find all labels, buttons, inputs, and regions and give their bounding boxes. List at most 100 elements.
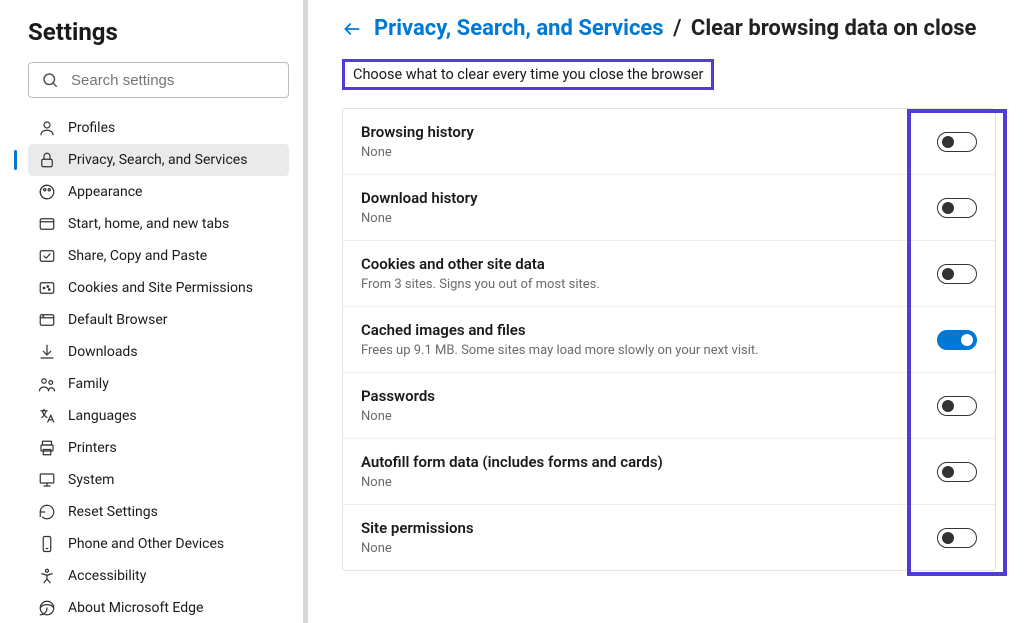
browser-icon — [38, 311, 56, 329]
option-title: Autofill form data (includes forms and c… — [361, 453, 663, 471]
option-desc: From 3 sites. Signs you out of most site… — [361, 277, 600, 292]
toggle-knob — [942, 466, 954, 478]
search-box[interactable] — [28, 62, 289, 98]
sidebar-item[interactable]: Start, home, and new tabs — [28, 208, 289, 240]
sidebar-item-label: Phone and Other Devices — [68, 536, 224, 552]
option-text: Passwords None — [361, 387, 435, 424]
settings-title: Settings — [28, 18, 289, 46]
sidebar-item-label: Start, home, and new tabs — [68, 216, 229, 232]
toggle-knob — [942, 532, 954, 544]
toggle-knob — [961, 334, 973, 346]
toggle-knob — [942, 400, 954, 412]
family-icon — [38, 375, 56, 393]
option-row: Passwords None — [343, 373, 995, 439]
option-title: Browsing history — [361, 123, 474, 141]
profile-icon — [38, 119, 56, 137]
printer-icon — [38, 439, 56, 457]
accessibility-icon — [38, 567, 56, 585]
sidebar-item-label: Profiles — [68, 120, 115, 136]
sidebar-item[interactable]: About Microsoft Edge — [28, 592, 289, 623]
sidebar-item-label: Default Browser — [68, 312, 168, 328]
phone-icon — [38, 535, 56, 553]
option-row: Browsing history None — [343, 109, 995, 175]
sidebar-item-label: Privacy, Search, and Services — [68, 152, 247, 168]
sidebar-item-label: Printers — [68, 440, 117, 456]
sidebar-item[interactable]: Profiles — [28, 112, 289, 144]
option-title: Site permissions — [361, 519, 474, 537]
sidebar-item[interactable]: Share, Copy and Paste — [28, 240, 289, 272]
option-text: Cached images and files Frees up 9.1 MB. … — [361, 321, 759, 358]
option-desc: None — [361, 541, 474, 556]
sidebar: Settings Profiles Privacy, Search, and Se… — [0, 0, 308, 623]
sidebar-item[interactable]: Appearance — [28, 176, 289, 208]
sidebar-item-label: Reset Settings — [68, 504, 158, 520]
option-text: Site permissions None — [361, 519, 474, 556]
search-icon — [41, 71, 59, 89]
option-row: Cached images and files Frees up 9.1 MB. … — [343, 307, 995, 373]
option-title: Cached images and files — [361, 321, 759, 339]
option-toggle[interactable] — [937, 132, 977, 152]
option-text: Download historyNone — [361, 189, 478, 226]
reset-icon — [38, 503, 56, 521]
option-text: Cookies and other site data From 3 sites.… — [361, 255, 600, 292]
sidebar-item-label: System — [68, 472, 114, 488]
search-input[interactable] — [71, 72, 276, 89]
option-toggle[interactable] — [937, 396, 977, 416]
toggle-knob — [942, 136, 954, 148]
sidebar-item[interactable]: Accessibility — [28, 560, 289, 592]
option-desc: None — [361, 211, 478, 226]
sidebar-item-label: About Microsoft Edge — [68, 600, 203, 616]
breadcrumb-current: Clear browsing data on close — [691, 16, 977, 41]
sidebar-item-label: Appearance — [68, 184, 142, 200]
download-icon — [38, 343, 56, 361]
sidebar-item-label: Downloads — [68, 344, 138, 360]
option-toggle[interactable] — [937, 462, 977, 482]
sidebar-item[interactable]: Default Browser — [28, 304, 289, 336]
option-text: Autofill form data (includes forms and c… — [361, 453, 663, 490]
sidebar-item-label: Share, Copy and Paste — [68, 248, 207, 264]
sidebar-item[interactable]: Privacy, Search, and Services — [28, 144, 289, 176]
edge-icon — [38, 599, 56, 617]
page-header: Privacy, Search, and Services / Clear br… — [342, 16, 996, 41]
sidebar-item[interactable]: Printers — [28, 432, 289, 464]
sidebar-item[interactable]: System — [28, 464, 289, 496]
sidebar-item[interactable]: Downloads — [28, 336, 289, 368]
sidebar-item-label: Languages — [68, 408, 137, 424]
sidebar-item-label: Family — [68, 376, 109, 392]
option-title: Cookies and other site data — [361, 255, 600, 273]
sidebar-item[interactable]: Phone and Other Devices — [28, 528, 289, 560]
breadcrumb: Privacy, Search, and Services / Clear br… — [374, 16, 976, 41]
breadcrumb-separator: / — [673, 16, 681, 41]
option-title: Passwords — [361, 387, 435, 405]
toggle-knob — [942, 202, 954, 214]
share-icon — [38, 247, 56, 265]
sidebar-item[interactable]: Cookies and Site Permissions — [28, 272, 289, 304]
option-row: Autofill form data (includes forms and c… — [343, 439, 995, 505]
option-toggle[interactable] — [937, 198, 977, 218]
option-row: Site permissions None — [343, 505, 995, 570]
option-desc: Frees up 9.1 MB. Some sites may load mor… — [361, 343, 759, 358]
back-icon[interactable] — [342, 19, 362, 39]
tabs-icon — [38, 215, 56, 233]
system-icon — [38, 471, 56, 489]
option-desc: None — [361, 475, 663, 490]
sidebar-nav: Profiles Privacy, Search, and Services App… — [28, 112, 289, 623]
option-toggle[interactable] — [937, 528, 977, 548]
sidebar-item[interactable]: Languages — [28, 400, 289, 432]
subtitle-text: Choose what to clear every time you clos… — [353, 66, 703, 83]
sidebar-item-label: Accessibility — [68, 568, 146, 584]
option-desc: None — [361, 145, 474, 160]
sidebar-item-label: Cookies and Site Permissions — [68, 280, 253, 296]
language-icon — [38, 407, 56, 425]
subtitle-highlighted: Choose what to clear every time you clos… — [342, 59, 714, 90]
breadcrumb-link[interactable]: Privacy, Search, and Services — [374, 16, 664, 41]
sidebar-item[interactable]: Reset Settings — [28, 496, 289, 528]
option-text: Browsing history None — [361, 123, 474, 160]
option-toggle[interactable] — [937, 330, 977, 350]
main-content: Privacy, Search, and Services / Clear br… — [308, 0, 1026, 623]
toggle-knob — [942, 268, 954, 280]
option-desc: None — [361, 409, 435, 424]
sidebar-item[interactable]: Family — [28, 368, 289, 400]
option-toggle[interactable] — [937, 264, 977, 284]
option-row: Cookies and other site data From 3 sites.… — [343, 241, 995, 307]
